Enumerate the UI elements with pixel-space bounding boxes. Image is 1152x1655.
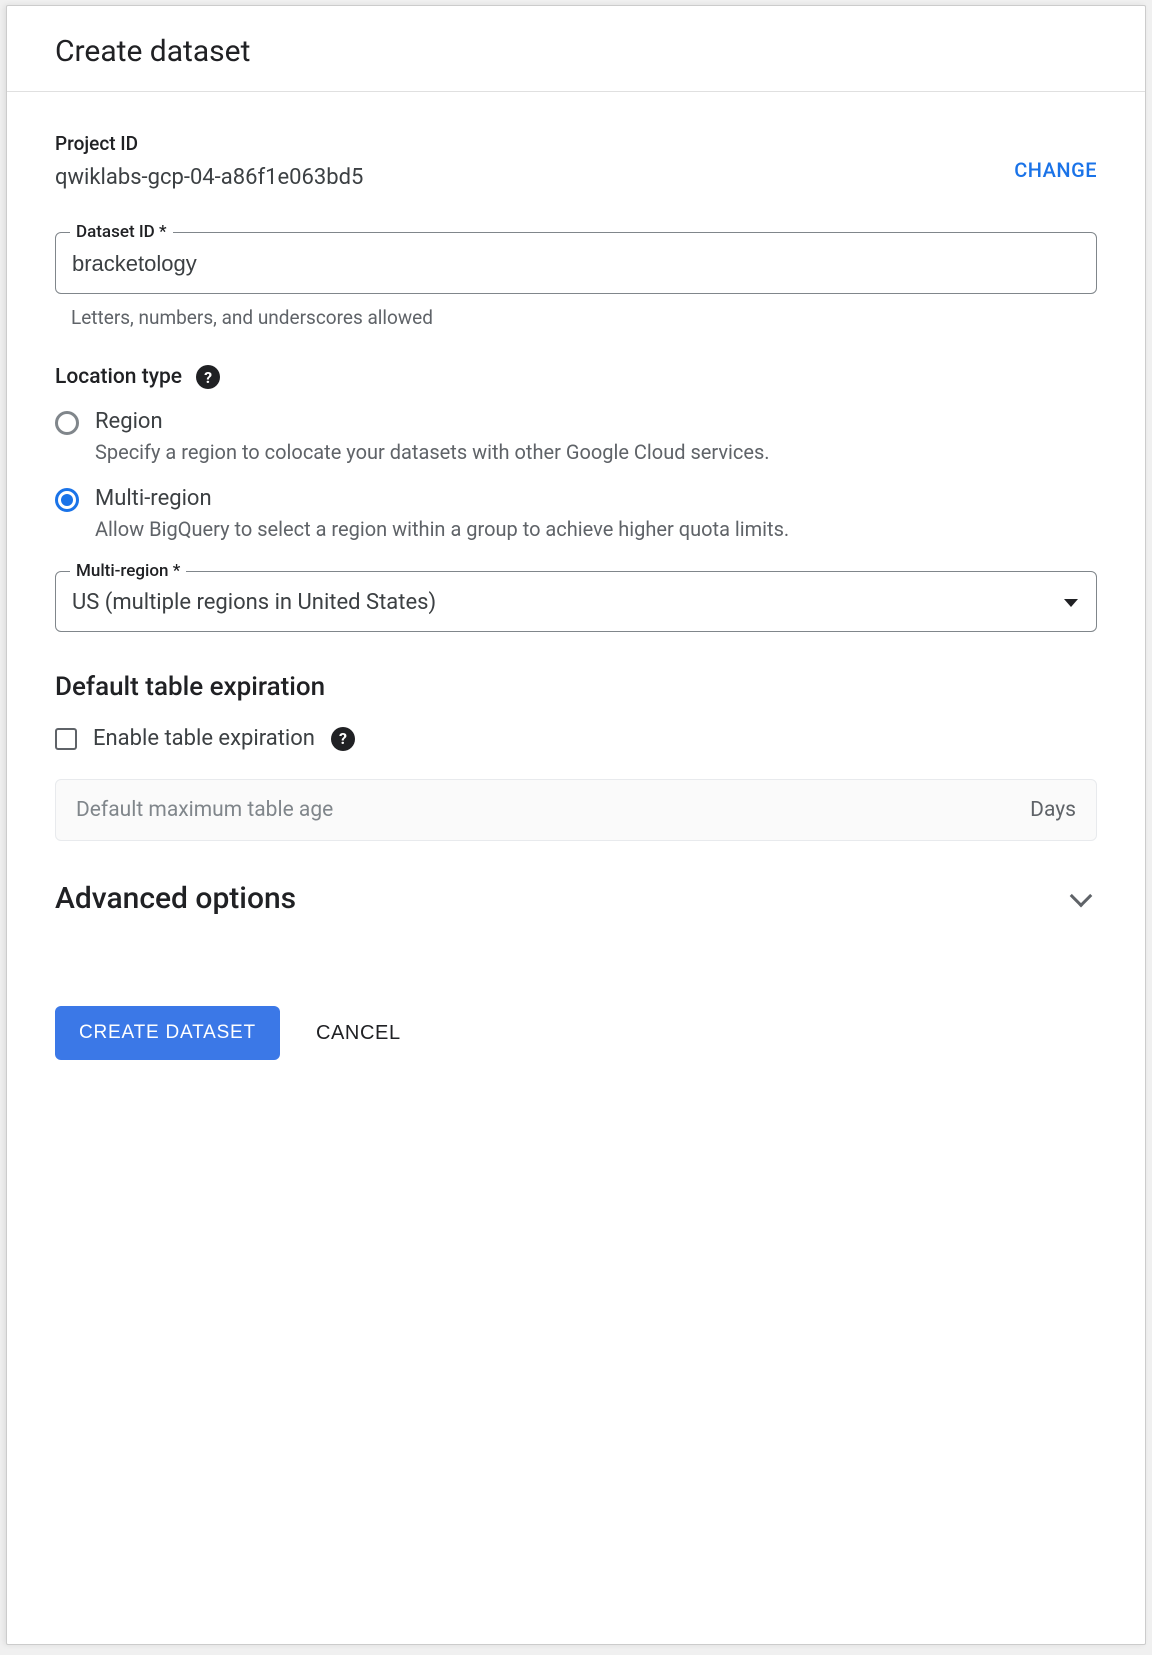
max-table-age-field: Default maximum table age Days [55,779,1097,841]
location-type-label: Location type [55,365,182,389]
chevron-down-icon [1070,884,1093,907]
radio-multiregion-text: Multi-region Allow BigQuery to select a … [95,486,1097,543]
checkbox-box [55,728,77,750]
location-type-header: Location type ? [55,365,1097,389]
dataset-id-label: Dataset ID * [70,222,173,242]
multiregion-select-inner: US (multiple regions in United States) [56,572,1096,631]
multiregion-value: US (multiple regions in United States) [72,590,436,615]
project-row: Project ID qwiklabs-gcp-04-a86f1e063bd5 … [55,132,1097,190]
radio-multiregion-desc: Allow BigQuery to select a region within… [95,515,1097,543]
help-icon[interactable]: ? [331,727,355,751]
radio-multiregion-title: Multi-region [95,486,1097,511]
enable-expiration-checkbox[interactable]: Enable table expiration ? [55,726,1097,751]
dataset-id-helper: Letters, numbers, and underscores allowe… [71,306,1097,329]
panel-content: Project ID qwiklabs-gcp-04-a86f1e063bd5 … [7,92,1145,1060]
checkbox-label: Enable table expiration [93,726,315,751]
project-info: Project ID qwiklabs-gcp-04-a86f1e063bd5 [55,132,1014,190]
multiregion-select[interactable]: Multi-region * US (multiple regions in U… [55,571,1097,632]
advanced-options-toggle[interactable]: Advanced options [55,881,1097,916]
panel-header: Create dataset [7,6,1145,92]
action-buttons: CREATE DATASET CANCEL [55,1006,1097,1060]
change-project-link[interactable]: CHANGE [1014,158,1097,182]
advanced-options-title: Advanced options [55,881,296,916]
expiration-heading: Default table expiration [55,672,1097,702]
radio-circle-selected [55,488,79,512]
create-dataset-button[interactable]: CREATE DATASET [55,1006,280,1060]
dataset-id-input[interactable] [56,233,1096,293]
max-table-age-placeholder: Default maximum table age [76,798,333,822]
dropdown-arrow-icon [1064,599,1078,607]
radio-region-title: Region [95,409,1097,434]
help-icon[interactable]: ? [196,365,220,389]
multiregion-label: Multi-region * [70,561,186,581]
project-id-value: qwiklabs-gcp-04-a86f1e063bd5 [55,165,1014,190]
panel-title: Create dataset [55,34,1097,69]
project-id-label: Project ID [55,132,1014,155]
max-table-age-suffix: Days [1030,798,1076,822]
radio-region-text: Region Specify a region to colocate your… [95,409,1097,466]
dataset-id-field: Dataset ID * [55,232,1097,294]
radio-region[interactable]: Region Specify a region to colocate your… [55,409,1097,466]
cancel-button[interactable]: CANCEL [316,1022,401,1045]
radio-region-desc: Specify a region to colocate your datase… [95,438,1097,466]
radio-circle-unselected [55,411,79,435]
radio-multiregion[interactable]: Multi-region Allow BigQuery to select a … [55,486,1097,543]
create-dataset-panel: Create dataset Project ID qwiklabs-gcp-0… [6,5,1146,1645]
